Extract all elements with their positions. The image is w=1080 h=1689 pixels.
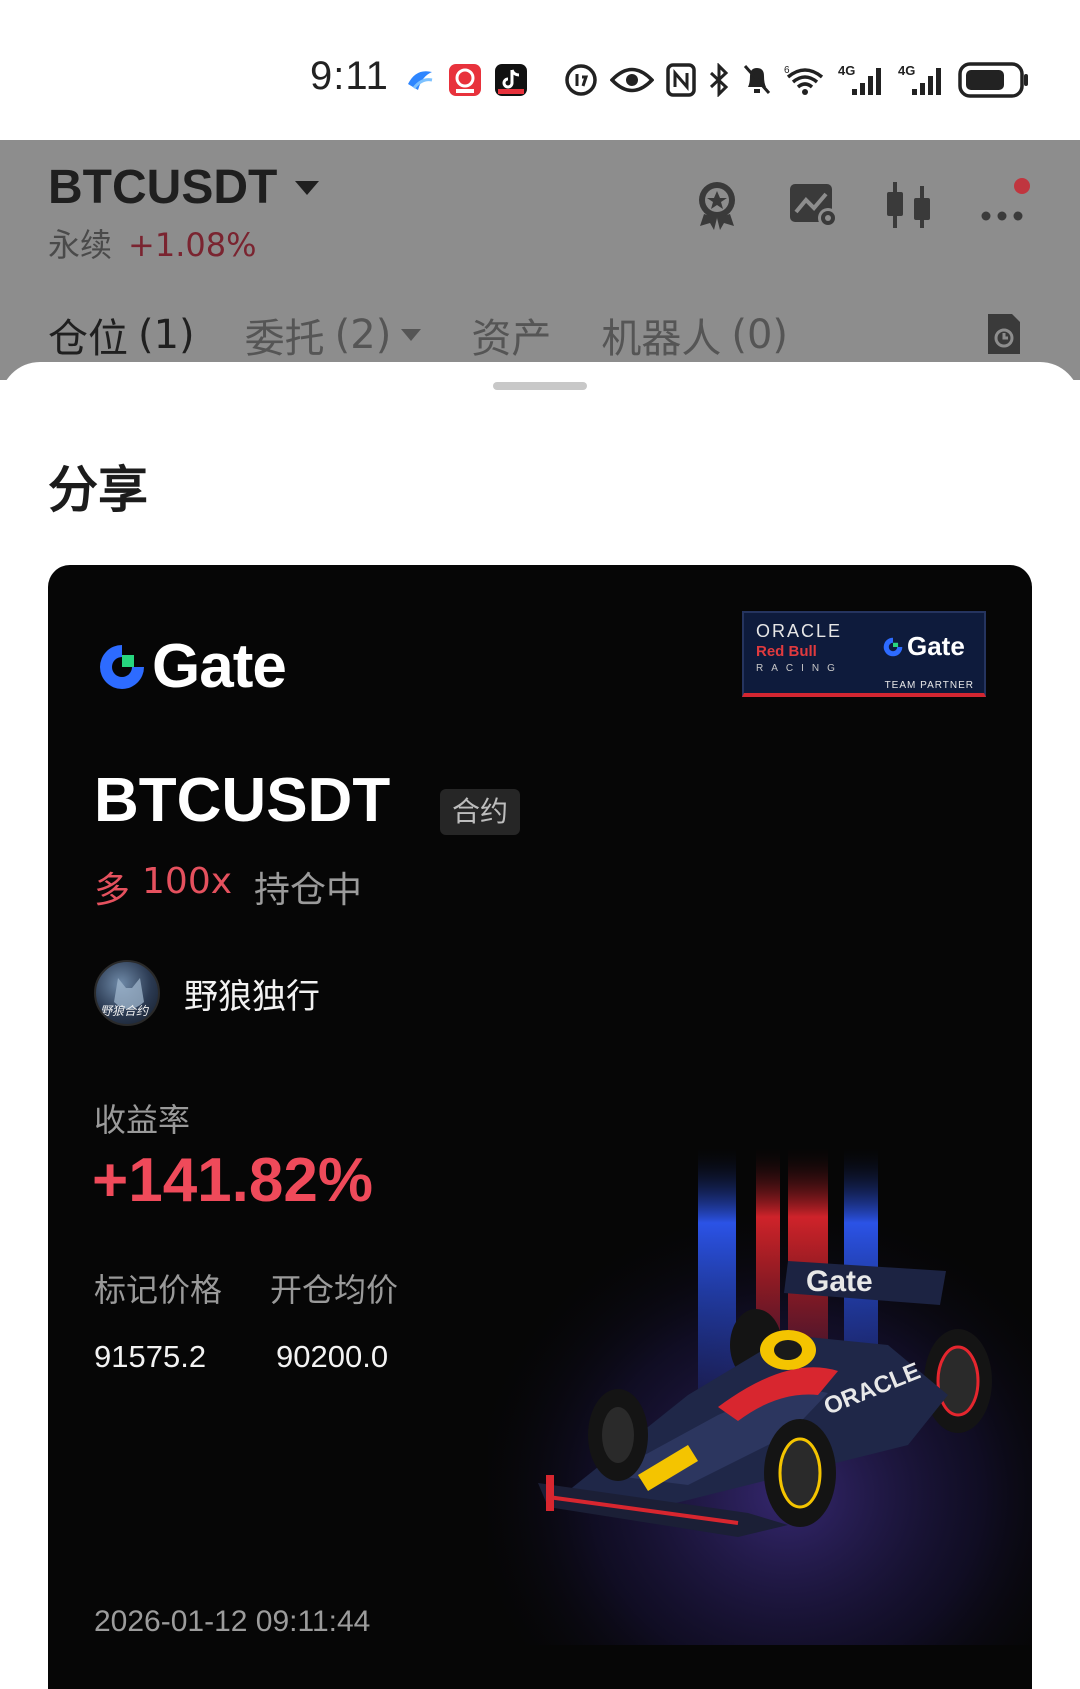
candlestick-icon[interactable] [882, 178, 936, 232]
battery-icon [958, 62, 1028, 98]
chart-settings-icon[interactable] [786, 178, 840, 232]
gate-logo-icon [883, 637, 903, 656]
position-side: 多 100x [94, 861, 232, 913]
sheet-title: 分享 [48, 461, 148, 519]
partner-brand: Gate [907, 631, 965, 661]
gate-logo: Gate [96, 631, 287, 702]
partner-gate-logo: Gate [882, 631, 965, 662]
partner-line1: ORACLE [756, 621, 843, 641]
symbol-selector[interactable]: BTCUSDT [48, 160, 320, 215]
wifi-icon: 6 [784, 65, 824, 95]
tab-orders[interactable]: 委托 (2) [245, 306, 422, 364]
position-tabs: 仓位 (1) 委托 (2) 资产 机器人 (0) [48, 306, 788, 364]
app-notification-icon [408, 71, 433, 90]
tab-label: 仓位 [48, 316, 128, 362]
timestamp: 2026-01-12 09:11:44 [94, 1605, 371, 1638]
price-labels: 标记价格 开仓均价 [94, 1265, 398, 1311]
contract-tag: 合约 [440, 789, 521, 835]
trading-header: BTCUSDT 永续 +1.08% 仓位 (1) 委托 (2) 资产 机器人 (… [0, 140, 1080, 380]
yield-value: +141.82% [92, 1146, 373, 1215]
contract-type: 永续 [48, 226, 113, 264]
symbol-name: BTCUSDT [48, 161, 278, 214]
tab-count: (2) [334, 312, 392, 358]
notification-dot [1014, 178, 1030, 194]
tiktok-icon [495, 64, 527, 96]
tab-positions[interactable]: 仓位 (1) [48, 306, 195, 364]
position-info: 多 100x 持仓中 [94, 861, 362, 913]
position-status: 持仓中 [254, 870, 363, 911]
partner-line3: RACING [756, 663, 843, 674]
partner-line2: Red Bull [756, 643, 817, 660]
chevron-down-icon [401, 329, 422, 341]
user-info: 野狼合约 野狼独行 [94, 960, 320, 1026]
chevron-down-icon [295, 180, 320, 195]
tab-count: (1) [138, 312, 195, 358]
mute-icon [743, 65, 771, 94]
avatar-text: 野狼合约 [100, 1004, 149, 1018]
status-icons: 6 4G 4G [404, 58, 1030, 102]
gate-logo-icon [100, 644, 144, 689]
tab-count: (0) [731, 312, 789, 358]
price-values: 91575.2 90200.0 [94, 1339, 388, 1375]
status-time: 9:11 [310, 54, 389, 98]
nfc-icon [666, 63, 696, 97]
entry-price-label: 开仓均价 [270, 1271, 399, 1309]
partner-tag: TEAM PARTNER [884, 680, 974, 691]
wifi-label: 6 [784, 65, 790, 76]
signal-4g-icon: 4G [898, 63, 941, 95]
network-label: 4G [838, 63, 855, 78]
tab-label: 委托 [244, 316, 325, 362]
entry-price: 90200.0 [276, 1339, 389, 1374]
car-livery-text: Gate [806, 1265, 873, 1298]
app-notification-icon [449, 64, 481, 96]
symbol-subtitle: 永续 +1.08% [48, 220, 256, 266]
status-bar: 9:11 6 4G 4G [0, 0, 1080, 140]
race-car-illustration: Gate ORACLE [488, 1145, 1032, 1645]
price-change: +1.08% [128, 226, 257, 264]
data-saver-icon [565, 64, 597, 96]
side-label: 多 [94, 870, 131, 911]
card-symbol: BTCUSDT [94, 766, 391, 835]
share-card: Gate ORACLE Red Bull RACING Gate TEAM PA… [48, 565, 1032, 1689]
more-button[interactable] [978, 178, 1032, 232]
bluetooth-icon [709, 63, 729, 97]
history-icon[interactable] [984, 310, 1024, 358]
leverage: 100x [142, 861, 233, 902]
tab-assets[interactable]: 资产 [471, 306, 551, 364]
signal-4g-icon: 4G [838, 63, 881, 95]
mark-price-label: 标记价格 [94, 1271, 223, 1309]
drag-handle[interactable] [493, 382, 587, 390]
badge-icon[interactable] [690, 178, 744, 232]
avatar: 野狼合约 [94, 960, 160, 1026]
tab-bots[interactable]: 机器人 (0) [601, 306, 788, 364]
network-label: 4G [898, 63, 915, 78]
username: 野狼独行 [184, 976, 320, 1017]
tab-label: 资产 [471, 316, 552, 362]
header-actions [690, 178, 1032, 232]
mark-price: 91575.2 [94, 1339, 207, 1374]
tab-label: 机器人 [601, 316, 722, 362]
partner-badge: ORACLE Red Bull RACING Gate TEAM PARTNER [742, 611, 986, 697]
brand-name: Gate [152, 632, 287, 701]
yield-label: 收益率 [94, 1101, 191, 1139]
eye-icon [610, 67, 654, 93]
